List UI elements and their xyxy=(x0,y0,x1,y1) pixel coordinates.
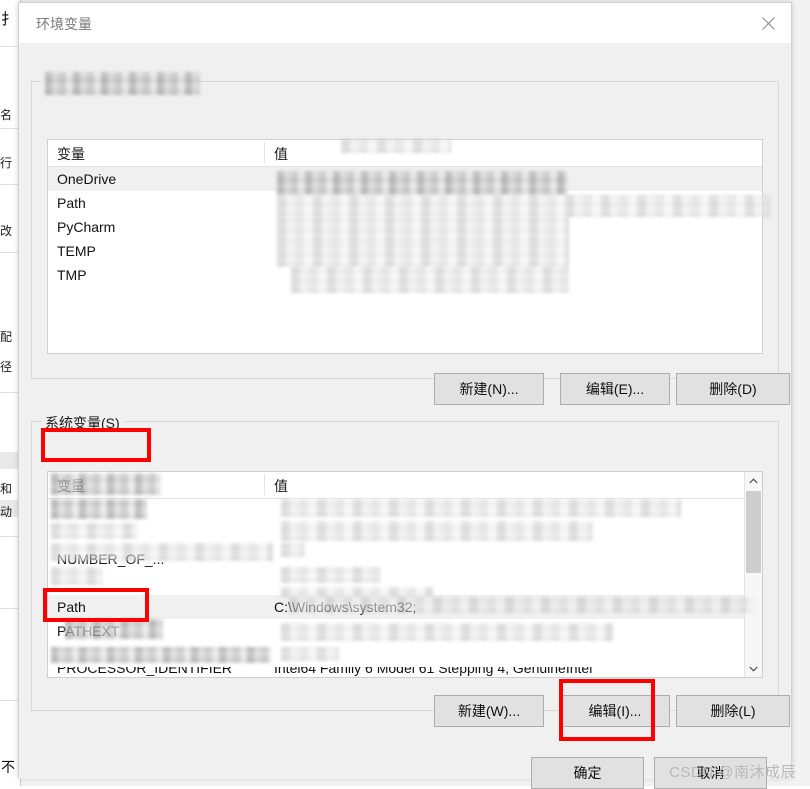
table-row[interactable]: PATHEXT xyxy=(48,619,762,643)
table-row[interactable] xyxy=(48,499,762,523)
background-edge-char-2: 行 xyxy=(0,156,13,170)
chevron-down-icon[interactable] xyxy=(745,660,762,677)
table-row[interactable] xyxy=(48,643,762,667)
background-divider xyxy=(0,392,20,393)
system-variable-value: Intel64 Family 6 Model 61 Stepping 4, Ge… xyxy=(274,667,593,676)
ok-button[interactable]: 确定 xyxy=(531,757,644,789)
edit-user-variable-button[interactable]: 编辑(E)... xyxy=(560,373,670,405)
new-user-variable-button[interactable]: 新建(N)... xyxy=(434,373,544,405)
close-icon[interactable] xyxy=(745,3,791,43)
background-divider xyxy=(0,700,20,701)
table-row[interactable]: Path C:\Windows\system32; xyxy=(48,595,762,619)
background-edge-char-1: 名 xyxy=(0,108,13,122)
table-row[interactable] xyxy=(48,571,762,595)
system-list-rows: NUMBER_OF_... Path C:\Windows\system32; … xyxy=(48,499,762,677)
system-column-header-value: 值 xyxy=(274,478,288,494)
system-variables-group-label: 系统变量(S) xyxy=(41,413,124,433)
background-divider xyxy=(0,46,20,47)
background-edge-char-4: 配 xyxy=(0,330,13,344)
column-divider[interactable] xyxy=(264,474,265,495)
user-variables-group-label xyxy=(41,73,53,89)
user-column-header-value: 值 xyxy=(274,146,288,162)
user-variable-name: TEMP xyxy=(57,243,96,259)
scrollbar-thumb[interactable] xyxy=(746,491,761,573)
user-variable-name: PyCharm xyxy=(57,219,116,235)
background-edge-char-5: 径 xyxy=(0,360,13,374)
delete-system-variable-button[interactable]: 删除(L) xyxy=(676,695,790,727)
background-divider xyxy=(0,128,20,129)
delete-user-variable-button[interactable]: 删除(D) xyxy=(676,373,790,405)
chevron-up-icon[interactable] xyxy=(745,472,762,489)
user-variable-name: OneDrive xyxy=(57,171,117,187)
system-variable-name: PROCESSOR_IDENTIFIER xyxy=(57,667,233,676)
new-system-variable-button[interactable]: 新建(W)... xyxy=(434,695,544,727)
user-list-header: 变量 值 xyxy=(48,140,762,167)
table-row[interactable]: NUMBER_OF_... xyxy=(48,547,762,571)
dialog-title: 环境变量 xyxy=(36,16,92,32)
column-divider[interactable] xyxy=(264,142,265,163)
background-divider xyxy=(0,536,20,537)
background-window-title-char: 扌 xyxy=(1,11,17,28)
edit-system-variable-button[interactable]: 编辑(I)... xyxy=(560,695,670,727)
background-divider xyxy=(0,252,20,253)
system-list-header: 变量 值 xyxy=(48,472,762,499)
system-variables-list[interactable]: 变量 值 NUMBER_OF_... Path C:\Windows\syste… xyxy=(47,471,763,678)
screen-root: 扌 名 行 改 配 径 和 动 不 环境变量 变量 值 OneDrive Pat… xyxy=(0,0,810,789)
user-column-header-name: 变量 xyxy=(57,146,85,162)
background-divider xyxy=(0,608,20,609)
user-variable-name: TMP xyxy=(57,267,87,283)
table-row[interactable] xyxy=(48,523,762,547)
background-edge-char-3: 改 xyxy=(0,224,13,238)
dialog-titlebar[interactable]: 环境变量 xyxy=(19,3,791,43)
user-variables-list[interactable]: 变量 值 OneDrive Path PyCharm TEMP TMP xyxy=(47,139,763,354)
background-selected-row[interactable] xyxy=(0,452,20,469)
background-divider xyxy=(0,184,20,185)
table-row[interactable]: TMP xyxy=(48,263,762,287)
background-edge-char-7: 动 xyxy=(0,505,13,519)
system-list-scrollbar[interactable] xyxy=(744,472,762,677)
table-row[interactable]: Path xyxy=(48,191,762,215)
table-row[interactable]: TEMP xyxy=(48,239,762,263)
system-column-header-name: 变量 xyxy=(57,478,85,494)
system-variable-name: PATHEXT xyxy=(57,623,120,639)
system-variable-value: C:\Windows\system32; xyxy=(274,599,417,615)
environment-variables-dialog: 环境变量 变量 值 OneDrive Path PyCharm TEMP TMP… xyxy=(18,2,792,789)
table-row[interactable]: PROCESSOR_IDENTIFIER Intel64 Family 6 Mo… xyxy=(48,667,762,677)
table-row[interactable]: PyCharm xyxy=(48,215,762,239)
user-list-rows: OneDrive Path PyCharm TEMP TMP xyxy=(48,167,762,287)
background-bottom-char: 不 xyxy=(1,759,15,775)
table-row[interactable]: OneDrive xyxy=(48,167,762,191)
watermark: CSDN @南沐成辰 xyxy=(669,764,796,781)
dialog-body: 变量 值 OneDrive Path PyCharm TEMP TMP 新建(N… xyxy=(19,43,791,789)
background-edge-char-6: 和 xyxy=(0,482,13,496)
user-variable-name: Path xyxy=(57,195,86,211)
system-variable-name: NUMBER_OF_... xyxy=(57,551,165,567)
system-variable-name: Path xyxy=(57,599,86,615)
